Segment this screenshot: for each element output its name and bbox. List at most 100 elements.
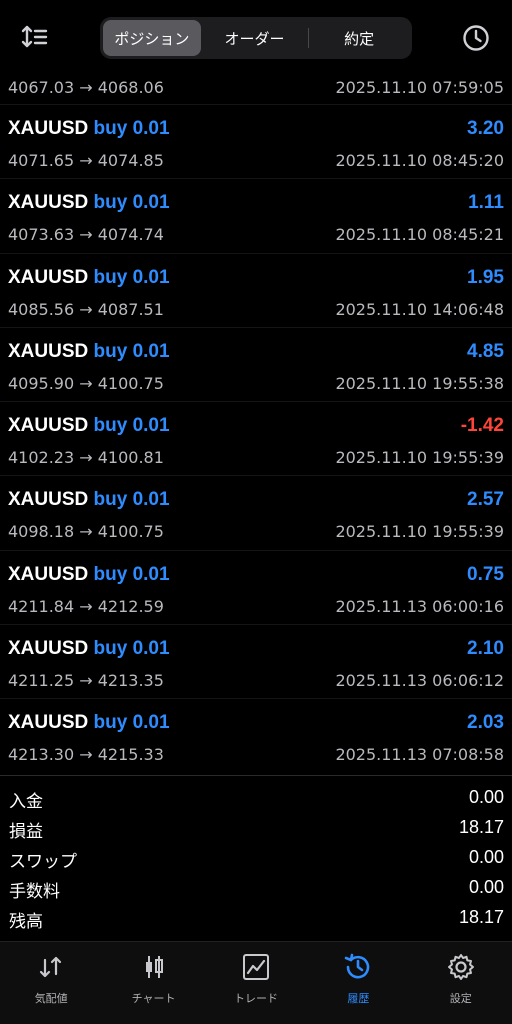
deal-time: 2025.11.10 08:45:21 bbox=[335, 225, 504, 245]
summary-balance: 残高 18.17 bbox=[0, 904, 512, 934]
symbol-name: XAUUSD bbox=[8, 192, 89, 214]
settings-icon bbox=[447, 954, 474, 980]
deal-side-volume: buy 0.01 bbox=[93, 192, 170, 214]
deal-profit: 4.85 bbox=[467, 340, 504, 362]
deal-side-volume: buy 0.01 bbox=[93, 340, 170, 362]
tab-deals[interactable]: 約定 bbox=[309, 20, 409, 56]
deal-time: 2025.11.13 07:08:58 bbox=[335, 745, 504, 765]
summary-label: 手数料 bbox=[9, 882, 60, 902]
deal-symbol: XAUUSD buy 0.01 bbox=[8, 712, 170, 734]
deal-prices: 4073.63 → 4074.74 bbox=[8, 225, 164, 245]
summary-label: 損益 bbox=[9, 822, 43, 842]
symbol-name: XAUUSD bbox=[8, 266, 89, 288]
summary-deposit: 入金 0.00 bbox=[0, 784, 512, 814]
tab-trade[interactable]: トレード bbox=[205, 942, 307, 1024]
deal-prices: 4071.65 → 4074.85 bbox=[8, 151, 164, 170]
deal-time: 2025.11.10 07:59:05 bbox=[335, 78, 504, 97]
summary-commission: 手数料 0.00 bbox=[0, 874, 512, 904]
deal-side-volume: buy 0.01 bbox=[93, 712, 170, 734]
deal-row[interactable]: XAUUSD buy 0.01 0.75 4211.84 → 4212.59 2025… bbox=[0, 549, 512, 624]
deal-profit: -1.42 bbox=[460, 415, 504, 437]
summary-value: 0.00 bbox=[468, 847, 504, 867]
deal-profit: 2.10 bbox=[467, 638, 504, 660]
history-icon bbox=[345, 953, 370, 979]
clock-icon[interactable] bbox=[458, 20, 494, 56]
summary-label: 残高 bbox=[9, 912, 43, 932]
summary-profit: 損益 18.17 bbox=[0, 814, 512, 844]
deal-symbol: XAUUSD buy 0.01 bbox=[8, 564, 170, 586]
deal-row[interactable]: XAUUSD buy 0.01 2.57 4098.18 → 4100.75 2025… bbox=[0, 475, 512, 549]
deal-time: 2025.11.10 08:45:20 bbox=[335, 151, 504, 170]
summary-value: 18.17 bbox=[458, 817, 504, 837]
deal-symbol: XAUUSD buy 0.01 bbox=[8, 415, 170, 437]
deal-profit: 2.03 bbox=[467, 712, 504, 734]
symbol-name: XAUUSD bbox=[8, 118, 89, 139]
deal-prices: 4067.03 → 4068.06 bbox=[8, 78, 164, 97]
symbol-name: XAUUSD bbox=[8, 563, 89, 585]
deal-prices: 4095.90 → 4100.75 bbox=[8, 373, 164, 393]
summary-value: 0.00 bbox=[468, 877, 504, 897]
deal-profit: 1.95 bbox=[467, 266, 504, 288]
trade-icon bbox=[242, 954, 269, 980]
tab-settings[interactable]: 設定 bbox=[410, 942, 512, 1024]
deal-row[interactable]: XAUUSD buy 0.01 1.95 4085.56 → 4087.51 2025… bbox=[0, 252, 512, 327]
deal-prices: 4213.30 → 4215.33 bbox=[8, 745, 164, 765]
symbol-name: XAUUSD bbox=[8, 638, 89, 660]
deal-symbol: XAUUSD buy 0.01 bbox=[8, 118, 170, 140]
deal-side-volume: buy 0.01 bbox=[93, 563, 170, 585]
tab-label: トレード bbox=[233, 992, 278, 1005]
summary-label: スワップ bbox=[9, 852, 77, 872]
deal-row[interactable]: XAUUSD buy 0.01 2.10 4211.25 → 4213.35 2025… bbox=[0, 624, 512, 698]
deal-side-volume: buy 0.01 bbox=[93, 118, 170, 139]
deal-time: 2025.11.10 19:55:39 bbox=[335, 522, 504, 542]
segmented-control: ポジション オーダー 約定 bbox=[100, 17, 412, 59]
deal-time: 2025.11.13 06:00:16 bbox=[335, 596, 504, 616]
quotes-icon bbox=[40, 956, 62, 978]
deal-profit: 2.57 bbox=[467, 489, 504, 511]
summary-panel: 入金 0.00 損益 18.17 スワップ 0.00 手数料 0.00 残高 1… bbox=[0, 775, 512, 934]
symbol-name: XAUUSD bbox=[8, 489, 89, 511]
deal-symbol: XAUUSD buy 0.01 bbox=[8, 267, 170, 289]
deal-prices: 4098.18 → 4100.75 bbox=[8, 522, 164, 542]
tab-chart[interactable]: チャート bbox=[102, 942, 204, 1024]
tab-orders[interactable]: オーダー bbox=[201, 20, 309, 56]
deal-time: 2025.11.13 06:06:12 bbox=[335, 671, 504, 691]
deal-side-volume: buy 0.01 bbox=[93, 638, 170, 660]
deal-prices: 4102.23 → 4100.81 bbox=[8, 448, 164, 468]
deal-profit: 3.20 bbox=[467, 118, 504, 139]
summary-value: 18.17 bbox=[458, 907, 504, 927]
deal-symbol: XAUUSD buy 0.01 bbox=[8, 638, 170, 660]
deal-time: 2025.11.10 14:06:48 bbox=[335, 299, 504, 319]
deal-symbol: XAUUSD buy 0.01 bbox=[8, 341, 170, 363]
deal-prices: 4211.25 → 4213.35 bbox=[8, 671, 164, 691]
deal-row[interactable]: XAUUSD buy 0.01 -1.42 4102.23 → 4100.81 202… bbox=[0, 401, 512, 475]
list-item[interactable]: 4067.03 → 4068.06 2025.11.10 07:59:05 bbox=[0, 68, 512, 104]
deal-time: 2025.11.10 19:55:38 bbox=[335, 373, 504, 393]
bottom-tab-bar: 気配値 チャート トレード 履歴 設定 bbox=[0, 941, 512, 1024]
deal-profit: 0.75 bbox=[467, 563, 504, 585]
deal-side-volume: buy 0.01 bbox=[93, 266, 170, 288]
tab-label: 設定 bbox=[449, 992, 472, 1005]
deal-profit: 1.11 bbox=[468, 192, 504, 214]
sort-icon[interactable] bbox=[18, 22, 54, 54]
deal-side-volume: buy 0.01 bbox=[93, 415, 170, 437]
deal-symbol: XAUUSD buy 0.01 bbox=[8, 192, 170, 214]
top-bar: ポジション オーダー 約定 bbox=[0, 0, 512, 68]
deal-row[interactable]: XAUUSD buy 0.01 4.85 4095.90 → 4100.75 2025… bbox=[0, 326, 512, 401]
tab-history[interactable]: 履歴 bbox=[307, 942, 409, 1024]
summary-swap: スワップ 0.00 bbox=[0, 844, 512, 874]
deal-row[interactable]: XAUUSD buy 0.01 3.20 4071.65 → 4074.85 2025… bbox=[0, 104, 512, 178]
symbol-name: XAUUSD bbox=[8, 340, 89, 362]
chart-candles-icon bbox=[145, 956, 163, 978]
tab-positions[interactable]: ポジション bbox=[103, 20, 201, 56]
summary-label: 入金 bbox=[9, 792, 43, 812]
deal-row[interactable]: XAUUSD buy 0.01 2.03 4213.30 → 4215.33 2025… bbox=[0, 698, 512, 772]
deals-list: XAUUSD buy 0.01 3.20 4071.65 → 4074.85 2025… bbox=[0, 104, 512, 773]
tab-label: 気配値 bbox=[34, 992, 68, 1005]
tab-quotes[interactable]: 気配値 bbox=[0, 942, 102, 1024]
deal-side-volume: buy 0.01 bbox=[93, 489, 170, 511]
deal-time: 2025.11.10 19:55:39 bbox=[335, 448, 504, 468]
tab-label: チャート bbox=[131, 992, 176, 1005]
deal-row[interactable]: XAUUSD buy 0.01 1.11 4073.63 → 4074.74 2025… bbox=[0, 178, 512, 252]
symbol-name: XAUUSD bbox=[8, 712, 89, 734]
